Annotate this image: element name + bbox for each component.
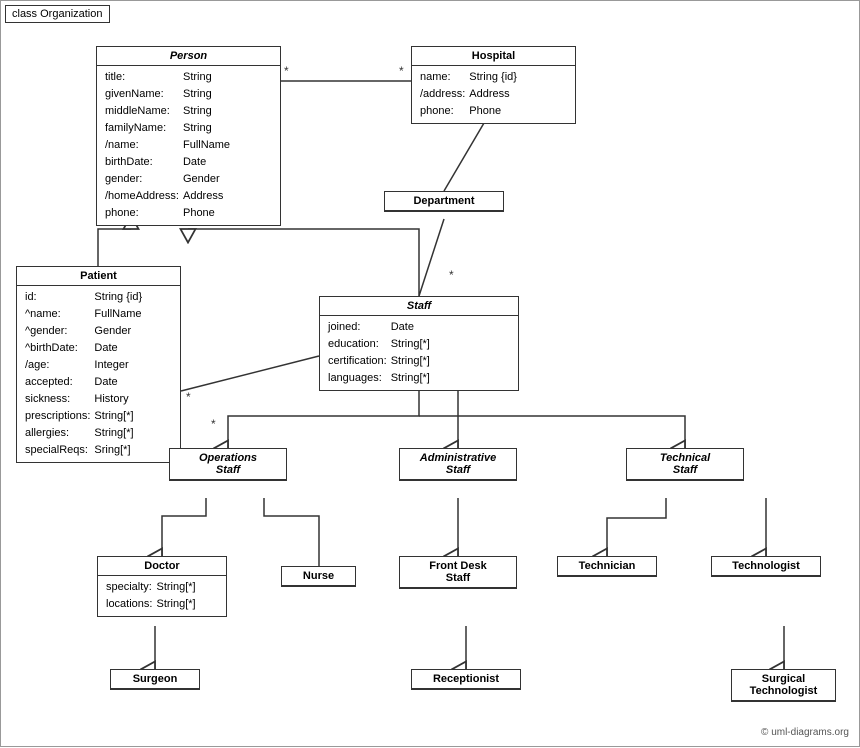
class-doctor: Doctor specialty:String[*] locations:Str…	[97, 556, 227, 617]
class-surgical-technologist-title: SurgicalTechnologist	[732, 670, 835, 701]
svg-text:*: *	[399, 64, 404, 78]
class-front-desk-staff-title: Front DeskStaff	[400, 557, 516, 588]
class-patient-body: id:String {id} ^name:FullName ^gender:Ge…	[17, 286, 180, 462]
class-department: Department	[384, 191, 504, 212]
class-person-title: Person	[97, 47, 280, 66]
class-surgeon-title: Surgeon	[111, 670, 199, 689]
svg-text:*: *	[211, 417, 216, 431]
diagram-container: class Organization	[0, 0, 860, 747]
class-receptionist-title: Receptionist	[412, 670, 520, 689]
svg-text:*: *	[284, 64, 289, 78]
class-patient: Patient id:String {id} ^name:FullName ^g…	[16, 266, 181, 463]
class-technologist-title: Technologist	[712, 557, 820, 576]
class-operations-staff-title: OperationsStaff	[170, 449, 286, 480]
class-front-desk-staff: Front DeskStaff	[399, 556, 517, 589]
class-department-title: Department	[385, 192, 503, 211]
class-administrative-staff: AdministrativeStaff	[399, 448, 517, 481]
class-technician-title: Technician	[558, 557, 656, 576]
class-hospital-body: name:String {id} /address:Address phone:…	[412, 66, 575, 123]
class-technical-staff: TechnicalStaff	[626, 448, 744, 481]
class-technologist: Technologist	[711, 556, 821, 577]
class-hospital-title: Hospital	[412, 47, 575, 66]
class-staff-title: Staff	[320, 297, 518, 316]
class-nurse: Nurse	[281, 566, 356, 587]
class-technical-staff-title: TechnicalStaff	[627, 449, 743, 480]
class-hospital: Hospital name:String {id} /address:Addre…	[411, 46, 576, 124]
class-doctor-body: specialty:String[*] locations:String[*]	[98, 576, 226, 616]
svg-text:*: *	[186, 390, 191, 404]
class-technician: Technician	[557, 556, 657, 577]
class-surgeon: Surgeon	[110, 669, 200, 690]
class-patient-title: Patient	[17, 267, 180, 286]
class-person-body: title:String givenName:String middleName…	[97, 66, 280, 225]
class-receptionist: Receptionist	[411, 669, 521, 690]
copyright: © uml-diagrams.org	[761, 727, 849, 738]
class-staff-body: joined:Date education:String[*] certific…	[320, 316, 518, 390]
class-surgical-technologist: SurgicalTechnologist	[731, 669, 836, 702]
class-administrative-staff-title: AdministrativeStaff	[400, 449, 516, 480]
class-doctor-title: Doctor	[98, 557, 226, 576]
class-nurse-title: Nurse	[282, 567, 355, 586]
class-operations-staff: OperationsStaff	[169, 448, 287, 481]
class-person: Person title:String givenName:String mid…	[96, 46, 281, 226]
class-staff: Staff joined:Date education:String[*] ce…	[319, 296, 519, 391]
svg-text:*: *	[449, 268, 454, 282]
diagram-title: class Organization	[5, 5, 110, 23]
